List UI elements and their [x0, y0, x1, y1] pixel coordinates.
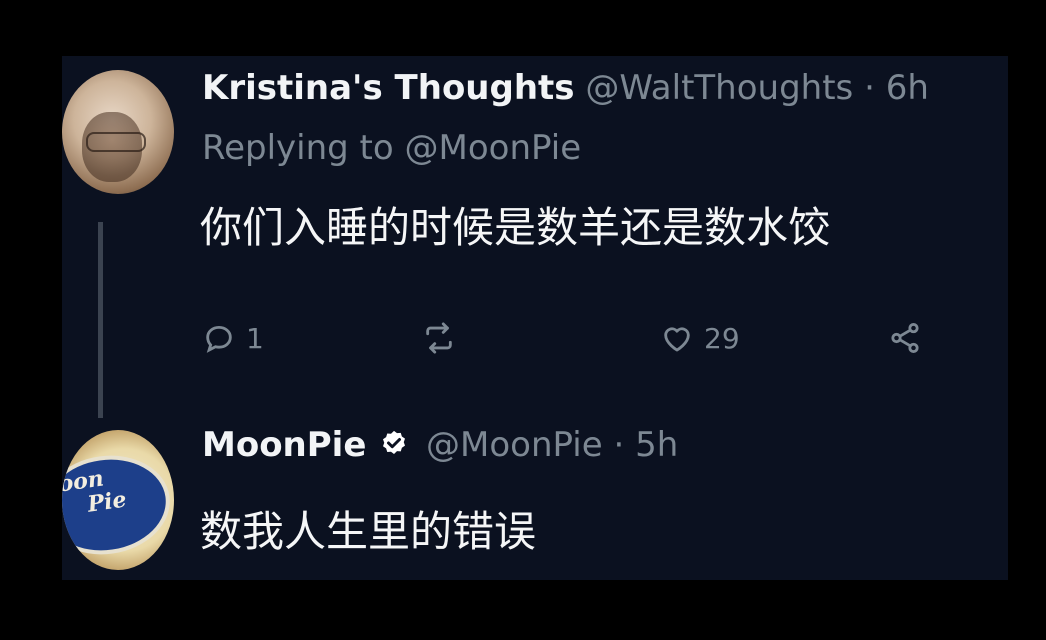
tweet-2-separator: · [613, 425, 625, 465]
like-button[interactable]: 29 [660, 318, 740, 358]
heart-icon [664, 327, 690, 352]
reply-icon [206, 325, 232, 353]
tweet-2-time[interactable]: 5h [635, 425, 678, 465]
tweet-2-handle[interactable]: @MoonPie [426, 425, 603, 465]
reply-button[interactable]: 1 [202, 318, 264, 358]
verified-badge-icon [383, 430, 406, 454]
replying-to-line: Replying to @MoonPie [202, 128, 581, 168]
retweet-button[interactable] [422, 318, 466, 358]
tweet-1-header: Kristina's Thoughts @WaltThoughts · 6h [202, 68, 929, 108]
kristina-avatar[interactable] [62, 70, 174, 194]
tweet-1-time[interactable]: 6h [886, 68, 929, 108]
moonpie-logo-text: oon Pie [62, 465, 129, 518]
share-button[interactable] [888, 318, 922, 358]
tweet-2-header: MoonPie @MoonPie · 5h [202, 425, 678, 465]
like-count: 29 [704, 321, 740, 355]
avatar-glasses [86, 132, 146, 152]
tweet-2-display-name[interactable]: MoonPie [202, 425, 366, 465]
tweet-2-text: 数我人生里的错误 [200, 507, 537, 556]
share-icon [891, 322, 919, 354]
retweet-icon [426, 322, 452, 354]
tweet-1-separator: · [864, 68, 875, 108]
tweet-1-text: 你们入睡的时候是数羊还是数水饺 [200, 203, 831, 252]
tweet-1-display-name[interactable]: Kristina's Thoughts [202, 68, 575, 108]
thread-connector-line [98, 222, 103, 418]
tweet-thread-screen: Kristina's Thoughts @WaltThoughts · 6h R… [62, 56, 1008, 580]
tweet-1-handle[interactable]: @WaltThoughts [585, 68, 853, 108]
replying-to-mention[interactable]: @MoonPie [405, 128, 582, 168]
moonpie-avatar[interactable]: oon Pie [62, 430, 174, 570]
replying-to-prefix: Replying to [202, 128, 394, 168]
reply-count: 1 [246, 321, 264, 355]
